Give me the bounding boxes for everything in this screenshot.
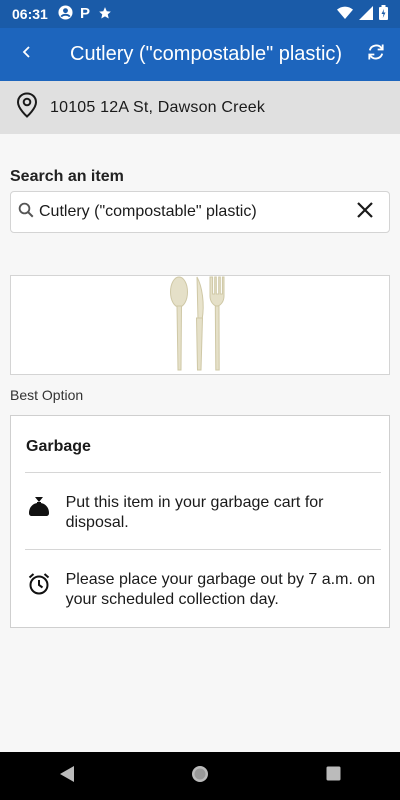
cutlery-icon [169, 274, 231, 377]
clear-search-button[interactable] [341, 192, 389, 232]
nav-recents-icon [326, 766, 341, 786]
app-bar: Cutlery ("compostable" plastic) [0, 28, 400, 81]
address-text: 10105 12A St, Dawson Creek [50, 98, 266, 116]
option-title: Garbage [26, 438, 91, 455]
info-text-disposal: Put this item in your garbage cart for d… [65, 494, 324, 531]
disposal-option-card: Garbage Put this item in your garbage ca… [10, 415, 390, 628]
star-icon [98, 6, 112, 23]
account-circle-icon [58, 5, 73, 23]
svg-text:P: P [80, 5, 90, 20]
system-nav-bar [0, 752, 400, 800]
divider [25, 472, 381, 473]
garbage-bag-icon [27, 495, 51, 533]
search-icon [17, 201, 35, 224]
address-bar[interactable]: 10105 12A St, Dawson Creek [0, 81, 400, 134]
status-time: 06:31 [12, 6, 48, 22]
location-pin-icon [16, 92, 38, 123]
info-row-schedule: Please place your garbage out by 7 a.m. … [25, 570, 381, 610]
back-button[interactable] [0, 28, 54, 81]
status-notification-icons: P [58, 5, 112, 23]
item-image [10, 275, 390, 375]
chevron-left-icon [21, 44, 33, 65]
info-text-schedule: Please place your garbage out by 7 a.m. … [65, 571, 376, 608]
nav-back-icon [59, 765, 75, 788]
refresh-button[interactable] [352, 28, 400, 81]
nav-recents-button[interactable] [303, 752, 363, 800]
parking-icon: P [79, 5, 92, 23]
status-system-icons [337, 5, 388, 23]
nav-home-icon [191, 765, 209, 788]
search-box[interactable] [10, 191, 390, 233]
info-row-disposal: Put this item in your garbage cart for d… [25, 493, 381, 533]
nav-home-button[interactable] [170, 752, 230, 800]
alarm-clock-icon [27, 572, 51, 610]
search-label: Search an item [10, 168, 124, 185]
status-bar: 06:31 P [0, 0, 400, 28]
nav-back-button[interactable] [37, 752, 97, 800]
best-option-label: Best Option [10, 387, 84, 403]
close-icon [356, 201, 374, 224]
refresh-icon [366, 42, 386, 67]
battery-icon [379, 5, 388, 23]
divider [25, 549, 381, 550]
wifi-icon [337, 6, 353, 23]
page-title: Cutlery ("compostable" plastic) [70, 43, 343, 65]
signal-icon [359, 5, 373, 23]
search-input[interactable] [35, 203, 341, 221]
